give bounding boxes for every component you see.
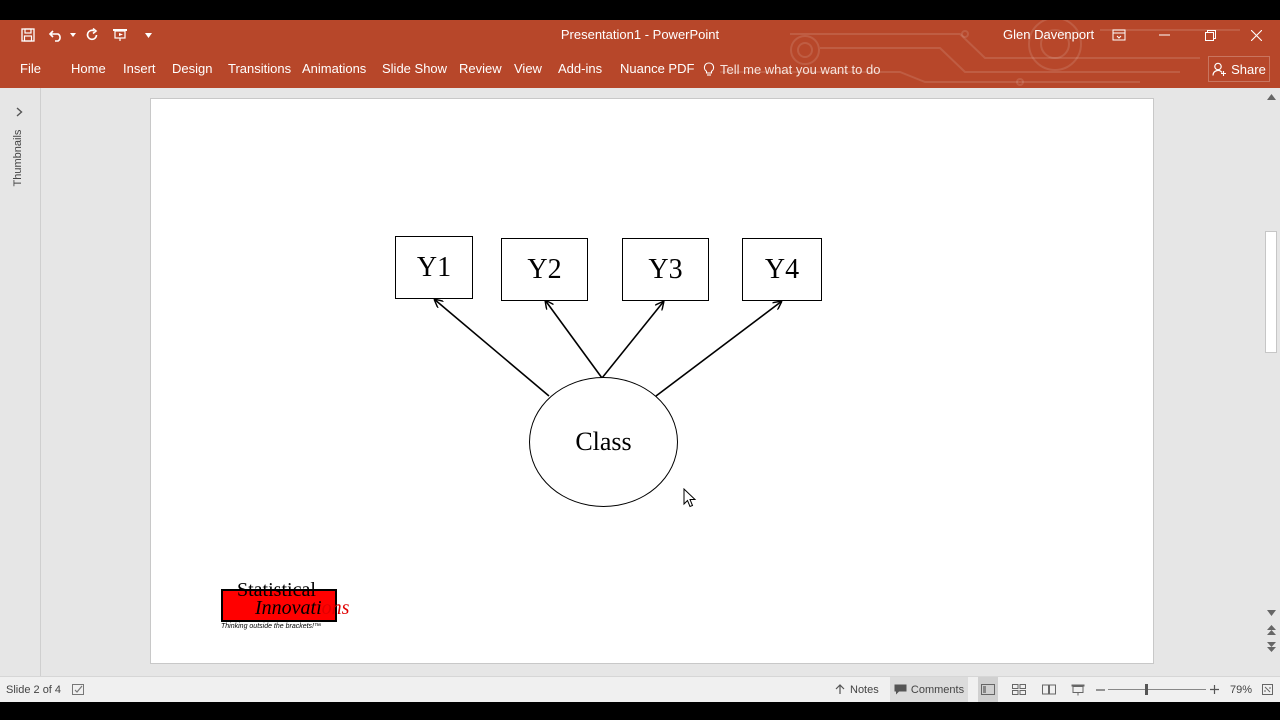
editing-workspace: Thumbnails Y1 Y2 Y3 Y4 Class Statistical… [0, 88, 1280, 676]
comments-label: Comments [910, 683, 965, 696]
scroll-up-icon[interactable] [1265, 90, 1277, 104]
tab-slide-show[interactable]: Slide Show [382, 50, 447, 88]
restore-icon[interactable] [1187, 20, 1233, 50]
slide-sorter-icon[interactable] [1009, 677, 1029, 702]
bottom-black-border [0, 702, 1280, 720]
ribbon-display-options-icon[interactable] [1096, 20, 1142, 50]
logo-line-2-black: Innovati [255, 597, 322, 619]
notes-label: Notes [850, 683, 879, 696]
latent-class-ellipse[interactable]: Class [529, 377, 678, 507]
comments-button[interactable]: Comments [890, 677, 968, 702]
thumbnails-label-text: Thumbnails [12, 129, 24, 187]
logo-line-2: Innovations [255, 597, 349, 620]
slide-show-icon[interactable] [1068, 677, 1088, 702]
indicator-box-y3[interactable]: Y3 [622, 238, 709, 301]
reading-view-icon[interactable] [1039, 677, 1059, 702]
close-icon[interactable] [1233, 20, 1279, 50]
zoom-slider-thumb[interactable] [1145, 684, 1148, 695]
undo-icon[interactable] [46, 26, 66, 44]
indicator-box-y1[interactable]: Y1 [395, 236, 473, 299]
share-button[interactable]: Share [1208, 56, 1270, 82]
document-title: Presentation1 [560, 27, 642, 42]
statistical-innovations-logo[interactable]: Statistical Innovations Thinking outside… [221, 579, 371, 635]
status-bar: Slide 2 of 4 Notes Comments 79% [0, 676, 1280, 702]
notes-button[interactable]: Notes [834, 677, 879, 702]
tab-animations[interactable]: Animations [302, 50, 366, 88]
tab-file[interactable]: File [20, 50, 41, 88]
app-name: PowerPoint [652, 27, 720, 42]
top-black-border [0, 0, 1280, 20]
redo-icon[interactable] [82, 26, 102, 44]
scrollbar-thumb[interactable] [1265, 231, 1277, 353]
zoom-out-icon[interactable] [1096, 677, 1105, 702]
tab-home[interactable]: Home [71, 50, 106, 88]
slide-canvas[interactable]: Y1 Y2 Y3 Y4 Class Statistical Innovation… [150, 98, 1154, 664]
tab-transitions[interactable]: Transitions [228, 50, 291, 88]
mouse-pointer-icon [683, 488, 697, 508]
powerpoint-window: Presentation1 - PowerPoint Glen Davenpor… [0, 0, 1280, 720]
title-separator: - [641, 27, 653, 42]
share-label: Share [1231, 61, 1266, 77]
zoom-in-icon[interactable] [1210, 677, 1219, 702]
scroll-down-icon[interactable] [1265, 606, 1277, 620]
tab-add-ins[interactable]: Add-ins [558, 50, 602, 88]
normal-view-icon[interactable] [978, 677, 998, 702]
tab-nuance-pdf[interactable]: Nuance PDF [620, 50, 694, 88]
indicator-box-y2[interactable]: Y2 [501, 238, 588, 301]
previous-slide-icon[interactable] [1265, 623, 1277, 637]
ribbon-tabs: File Home Insert Design Transitions Anim… [0, 50, 1280, 88]
thumbnails-pane: Thumbnails [0, 88, 41, 676]
logo-line-2-red: ons [321, 597, 350, 619]
logo-tagline: Thinking outside the brackets!™ [221, 623, 321, 630]
notes-icon [835, 684, 845, 694]
spelling-check-icon[interactable] [72, 677, 85, 702]
next-slide-icon[interactable] [1265, 640, 1277, 654]
person-icon [1212, 62, 1227, 76]
zoom-slider-track [1108, 689, 1206, 690]
save-icon[interactable] [18, 26, 38, 44]
vertical-scrollbar[interactable] [1262, 88, 1280, 676]
user-name[interactable]: Glen Davenport [1003, 20, 1094, 50]
indicator-box-y4[interactable]: Y4 [742, 238, 822, 301]
minimize-icon[interactable] [1141, 20, 1187, 50]
lightbulb-icon [703, 61, 715, 76]
tab-design[interactable]: Design [172, 50, 212, 88]
tell-me-search[interactable]: Tell me what you want to do [703, 50, 880, 88]
expand-thumbnails-chevron-right-icon[interactable] [10, 104, 28, 120]
start-from-beginning-icon[interactable] [110, 26, 132, 44]
thumbnails-label[interactable]: Thumbnails [8, 130, 28, 190]
zoom-level[interactable]: 79% [1230, 677, 1252, 702]
tell-me-text: Tell me what you want to do [720, 61, 881, 77]
fit-slide-to-window-icon[interactable] [1262, 677, 1273, 702]
tab-insert[interactable]: Insert [123, 50, 156, 88]
comment-icon [894, 684, 907, 695]
title-bar: Presentation1 - PowerPoint Glen Davenpor… [0, 20, 1280, 50]
tab-review[interactable]: Review [459, 50, 502, 88]
zoom-slider[interactable] [1108, 677, 1206, 702]
customize-quick-access-icon[interactable] [142, 26, 154, 44]
tab-view[interactable]: View [514, 50, 542, 88]
slide-info[interactable]: Slide 2 of 4 [6, 677, 61, 702]
undo-dropdown-icon[interactable] [68, 26, 78, 44]
